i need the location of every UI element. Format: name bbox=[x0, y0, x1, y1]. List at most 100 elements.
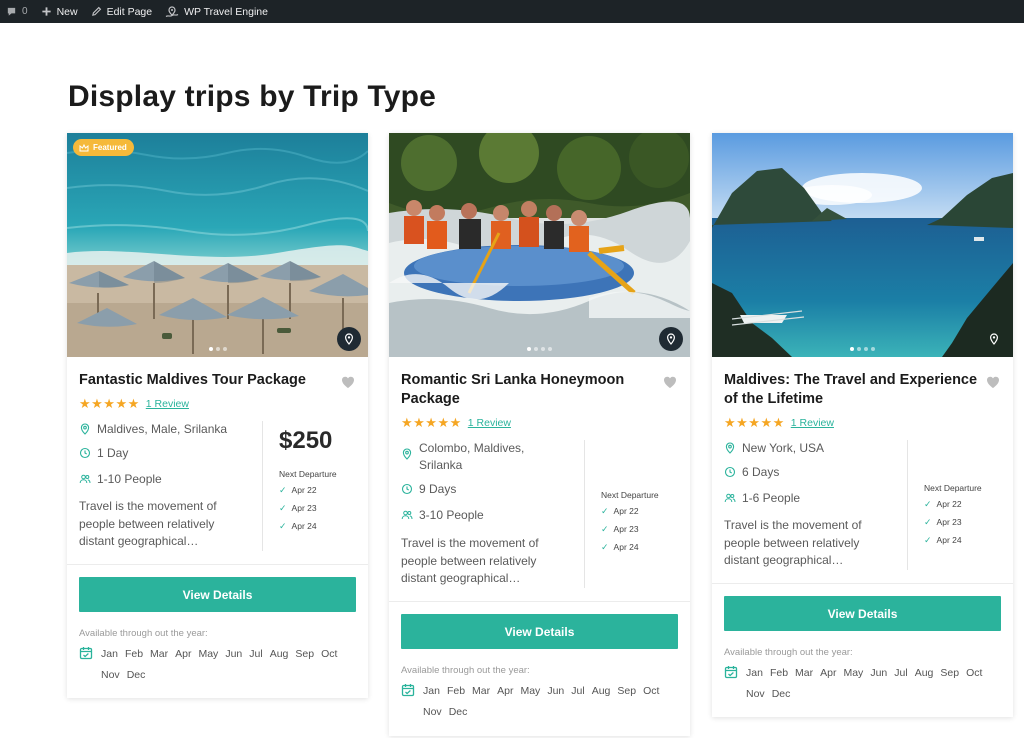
rating: ★★★★★ 1 Review bbox=[724, 415, 834, 431]
trip-title[interactable]: Romantic Sri Lanka Honeymoon Package bbox=[401, 371, 656, 409]
duration-row: 6 Days bbox=[724, 464, 894, 481]
next-departure-label: Next Departure bbox=[601, 490, 659, 500]
available-months: Jan Feb Mar Apr May Jun Jul Aug Sep Oct Nov Dec bbox=[724, 663, 1004, 705]
river-rafting-photo bbox=[389, 133, 690, 357]
pencil-icon bbox=[91, 6, 101, 16]
trip-people: 1-10 People bbox=[97, 472, 162, 486]
divider bbox=[584, 440, 585, 588]
duration-row: 1 Day bbox=[79, 445, 249, 462]
trip-image-slider[interactable] bbox=[389, 133, 690, 357]
crown-icon bbox=[79, 143, 89, 151]
plus-icon bbox=[41, 7, 51, 16]
departure-date: ✓ Apr 24 bbox=[601, 541, 639, 553]
beach-umbrellas-photo bbox=[67, 133, 368, 357]
edit-page-menu[interactable]: Edit Page bbox=[91, 0, 153, 23]
check-icon: ✓ bbox=[279, 520, 287, 531]
view-details-button[interactable]: View Details bbox=[724, 596, 1001, 631]
divider bbox=[67, 564, 368, 565]
trip-title[interactable]: Fantastic Maldives Tour Package bbox=[79, 371, 334, 390]
check-icon: ✓ bbox=[279, 484, 287, 495]
trip-price: $250 bbox=[279, 427, 333, 454]
location-row: New York, USA bbox=[724, 440, 894, 457]
divider bbox=[712, 583, 1013, 584]
slider-dot[interactable] bbox=[548, 347, 552, 351]
departure-panel: Next Departure ✓ Apr 22 ✓ Apr 23 ✓ Apr 24 bbox=[924, 483, 1004, 549]
trip-card: Romantic Sri Lanka Honeymoon Package ★★★… bbox=[389, 133, 690, 736]
slider-dot[interactable] bbox=[850, 347, 854, 351]
departure-date: ✓ Apr 24 bbox=[924, 534, 962, 546]
comments-count: 0 bbox=[22, 6, 28, 17]
admin-bar: 0 New Edit Page WP Travel Engine bbox=[0, 0, 1024, 23]
heart-icon[interactable] bbox=[985, 374, 1001, 390]
view-details-button[interactable]: View Details bbox=[79, 577, 356, 612]
map-button[interactable] bbox=[659, 327, 683, 351]
departure-date: ✓ Apr 23 bbox=[601, 523, 639, 535]
rating: ★★★★★ 1 Review bbox=[79, 396, 189, 412]
location-pin-icon bbox=[79, 423, 91, 435]
featured-badge: Featured bbox=[73, 139, 134, 156]
featured-label: Featured bbox=[93, 143, 127, 152]
comment-icon bbox=[7, 7, 16, 16]
edit-page-label: Edit Page bbox=[106, 5, 153, 18]
review-link[interactable]: 1 Review bbox=[146, 398, 189, 410]
slider-dot[interactable] bbox=[534, 347, 538, 351]
people-row: 1-10 People bbox=[79, 471, 249, 488]
departure-panel: Next Departure ✓ Apr 22 ✓ Apr 23 ✓ Apr 24 bbox=[601, 490, 681, 556]
heart-icon[interactable] bbox=[662, 374, 678, 390]
slider-dots[interactable] bbox=[67, 347, 368, 351]
divider bbox=[262, 421, 263, 551]
trip-meta: Colombo, Maldives, Srilanka 9 Days 3-10 … bbox=[401, 440, 551, 524]
slider-dot[interactable] bbox=[857, 347, 861, 351]
slider-dot[interactable] bbox=[208, 347, 213, 351]
departure-date: ✓ Apr 22 bbox=[279, 484, 317, 496]
slider-dot[interactable] bbox=[215, 347, 220, 351]
trip-card-body: Maldives: The Travel and Experience of t… bbox=[712, 357, 1013, 717]
trip-duration: 9 Days bbox=[419, 482, 457, 496]
trip-meta: New York, USA 6 Days 1-6 People bbox=[724, 440, 894, 507]
comments-menu[interactable]: 0 bbox=[6, 0, 28, 23]
slider-dot[interactable] bbox=[864, 347, 868, 351]
trip-image-slider[interactable] bbox=[712, 133, 1013, 357]
check-icon: ✓ bbox=[601, 505, 609, 516]
trip-people: 3-10 People bbox=[419, 508, 484, 522]
departure-date: ✓ Apr 24 bbox=[279, 520, 317, 532]
divider bbox=[389, 601, 690, 602]
trip-people: 1-6 People bbox=[742, 491, 801, 505]
new-menu[interactable]: New bbox=[41, 0, 78, 23]
slider-dot[interactable] bbox=[527, 347, 531, 351]
location-row: Colombo, Maldives, Srilanka bbox=[401, 440, 551, 474]
map-button[interactable] bbox=[982, 327, 1006, 351]
price-departure-panel: $250 Next Departure ✓ Apr 22 ✓ Apr 23 ✓ Apr… bbox=[279, 427, 359, 535]
duration-row: 9 Days bbox=[401, 481, 551, 498]
month-list: Jan Feb Mar Apr May Jun Jul Aug Sep Oct Nov Dec bbox=[746, 667, 983, 700]
heart-icon[interactable] bbox=[340, 374, 356, 390]
map-button[interactable] bbox=[337, 327, 361, 351]
calendar-icon bbox=[79, 646, 93, 660]
review-link[interactable]: 1 Review bbox=[791, 417, 834, 429]
view-details-button[interactable]: View Details bbox=[401, 614, 678, 649]
trip-title[interactable]: Maldives: The Travel and Experience of t… bbox=[724, 371, 979, 409]
check-icon: ✓ bbox=[924, 534, 932, 545]
trip-card: Maldives: The Travel and Experience of t… bbox=[712, 133, 1013, 717]
slider-dots[interactable] bbox=[389, 347, 690, 351]
check-icon: ✓ bbox=[601, 541, 609, 552]
availability-label: Available through out the year: bbox=[401, 665, 530, 676]
people-row: 1-6 People bbox=[724, 490, 894, 507]
availability-label: Available through out the year: bbox=[79, 628, 208, 639]
wp-travel-engine-menu[interactable]: WP Travel Engine bbox=[165, 0, 268, 23]
star-rating: ★★★★★ bbox=[724, 415, 785, 430]
map-pin-icon bbox=[343, 333, 355, 345]
trip-location: Colombo, Maldives, Srilanka bbox=[419, 441, 525, 472]
trip-description: Travel is the movement of people between… bbox=[79, 499, 217, 548]
divider bbox=[907, 440, 908, 570]
location-pin-icon bbox=[724, 442, 736, 454]
people-icon bbox=[401, 509, 413, 521]
trip-image-slider[interactable]: Featured bbox=[67, 133, 368, 357]
review-link[interactable]: 1 Review bbox=[468, 417, 511, 429]
location-pin-icon bbox=[401, 448, 413, 460]
slider-dot[interactable] bbox=[541, 347, 545, 351]
trip-card-body: Romantic Sri Lanka Honeymoon Package ★★★… bbox=[389, 357, 690, 736]
slider-dot[interactable] bbox=[222, 347, 227, 351]
slider-dots[interactable] bbox=[712, 347, 1013, 351]
slider-dot[interactable] bbox=[871, 347, 875, 351]
